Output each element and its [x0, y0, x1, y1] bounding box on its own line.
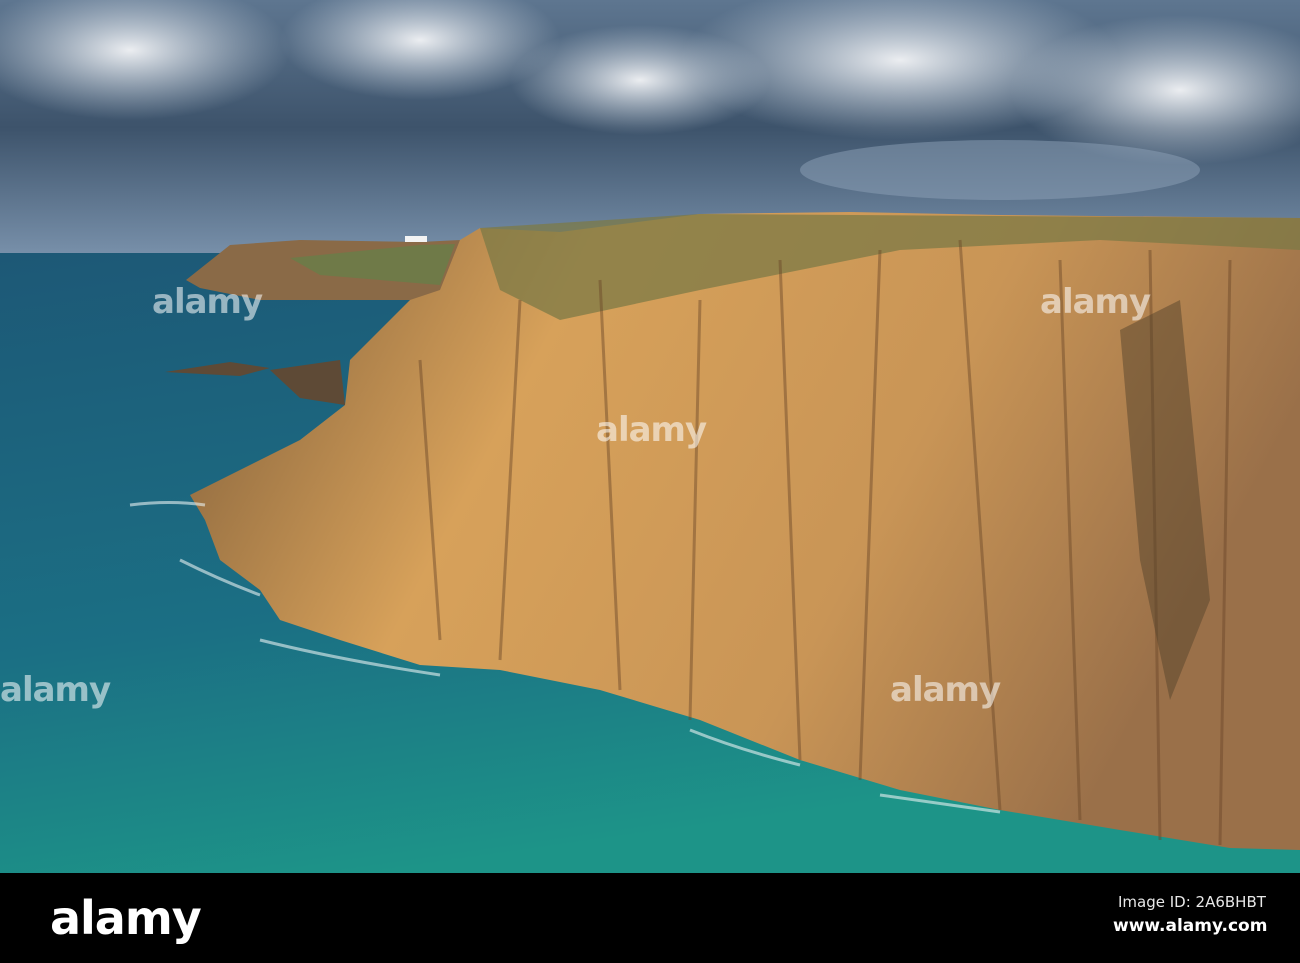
alamy-logo: alamy: [50, 891, 202, 945]
watermark: alamy: [1040, 282, 1151, 322]
watermark: alamy: [890, 670, 1001, 710]
image-id: Image ID: 2A6BHBT: [1118, 893, 1266, 911]
footer-bar: alamy Image ID: 2A6BHBT www.alamy.com: [0, 873, 1300, 963]
watermark: alamy: [596, 410, 707, 450]
site-url[interactable]: www.alamy.com: [1113, 916, 1267, 936]
landscape-photo: alamy alamy alamy alamy alamy: [0, 0, 1300, 873]
white-building: [405, 236, 427, 242]
watermark: alamy: [0, 670, 111, 710]
watermark: alamy: [152, 282, 263, 322]
